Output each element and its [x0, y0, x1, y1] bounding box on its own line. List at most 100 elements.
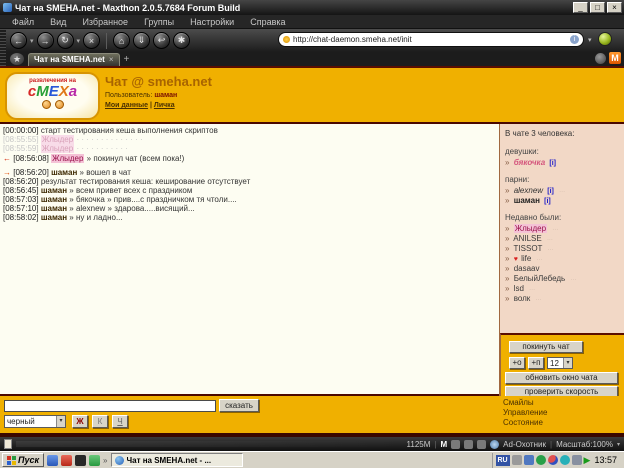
smiles-link[interactable]: Смайлы — [503, 398, 547, 408]
user-byakochka[interactable]: бякочка — [514, 158, 545, 167]
tab-chat-smeha[interactable]: Чат на SMEHA.net × — [28, 53, 120, 66]
maximize-button[interactable]: □ — [590, 2, 605, 13]
zoom-level[interactable]: Масштаб:100% — [556, 440, 613, 449]
add-o-button[interactable]: +о — [509, 357, 525, 369]
user-name: шаман — [154, 92, 177, 99]
forward-icon[interactable]: → — [37, 32, 54, 49]
faint-note: ··· — [536, 297, 542, 303]
maxthon-logo-icon[interactable]: M — [609, 52, 621, 64]
bold-button[interactable]: Ж — [72, 415, 88, 428]
quicklaunch-icon-3[interactable] — [75, 455, 86, 466]
tray-icon-2[interactable] — [524, 455, 534, 465]
management-link[interactable]: Управление — [503, 408, 547, 418]
tab-label: Чат на SMEHA.net — [34, 55, 105, 64]
chevron-down-icon[interactable]: ▾ — [563, 358, 572, 368]
recent-user[interactable]: Жлыдер — [514, 224, 547, 233]
start-button[interactable]: Пуск — [2, 453, 44, 467]
smeha-logo[interactable]: развлечения на сМЕХа — [5, 72, 100, 120]
back-icon[interactable]: ← — [10, 32, 27, 49]
user-shaman[interactable]: шаман — [514, 196, 540, 205]
download-icon[interactable]: ⇓ — [133, 32, 150, 49]
refresh-icon[interactable]: ↻ — [57, 32, 74, 49]
recent-user[interactable]: dasaav — [514, 264, 540, 273]
quicklaunch-icon-1[interactable] — [47, 455, 58, 466]
leave-chat-button[interactable]: покинуть чат — [509, 341, 583, 353]
address-bar[interactable]: http://chat-daemon.smeha.net/init i — [278, 32, 584, 47]
info-link[interactable]: [i] — [544, 198, 551, 205]
stop-icon[interactable]: × — [83, 32, 100, 49]
home-icon[interactable]: ⌂ — [113, 32, 130, 49]
tab-close-icon[interactable]: × — [109, 55, 114, 64]
refresh-chat-button[interactable]: обновить окно чата — [505, 372, 618, 384]
proxy-icon[interactable] — [595, 53, 606, 64]
images-icon[interactable] — [464, 440, 473, 449]
add-p-button[interactable]: +п — [528, 357, 544, 369]
private-messages-link[interactable]: Личка — [154, 102, 175, 109]
undo-icon[interactable]: ↩ — [153, 32, 170, 49]
recent-user[interactable]: life — [521, 254, 531, 263]
menu-help[interactable]: Справка — [242, 17, 293, 27]
browser-window: Чат на SMEHA.net - Maxthon 2.0.5.7684 Fo… — [0, 0, 624, 468]
favorites-star-icon[interactable]: ★ — [10, 53, 24, 65]
taskbar-task-button[interactable]: Чат на SMEHA.net - ... — [111, 453, 243, 467]
tray-icon-5[interactable] — [560, 455, 570, 465]
address-dropdown-icon[interactable]: ▾ — [588, 36, 592, 44]
quicklaunch-icon-4[interactable] — [89, 455, 100, 466]
chevron-down-icon[interactable]: ▾ — [56, 416, 65, 427]
font-size-select[interactable]: 12 ▾ — [547, 357, 573, 369]
sidebar-grip[interactable] — [0, 29, 6, 66]
recent-user[interactable]: ANILSE — [513, 234, 541, 243]
go-button[interactable] — [598, 32, 612, 46]
tray-icon-1[interactable] — [512, 455, 522, 465]
address-url[interactable]: http://chat-daemon.smeha.net/init — [293, 35, 567, 44]
menu-file[interactable]: Файл — [4, 17, 42, 27]
ad-hunter-label[interactable]: Ad-Охотник — [503, 440, 546, 449]
play-icon[interactable]: ▶ — [584, 455, 591, 466]
tray-icon-6[interactable] — [572, 455, 582, 465]
refresh-dropdown-icon[interactable]: ▾ — [77, 37, 81, 45]
recent-user[interactable]: волк — [514, 294, 531, 303]
boys-label: парни: — [505, 175, 624, 184]
tray-icon-3[interactable] — [536, 455, 546, 465]
printer-icon[interactable] — [451, 440, 460, 449]
menu-settings[interactable]: Настройки — [182, 17, 242, 27]
menu-groups[interactable]: Группы — [136, 17, 182, 27]
recent-user[interactable]: БелыйЛебедь — [514, 274, 566, 283]
message-input[interactable] — [4, 400, 216, 412]
state-link[interactable]: Состояние — [503, 418, 547, 428]
my-data-link[interactable]: Мои данные — [105, 102, 148, 109]
info-link[interactable]: [i] — [549, 160, 556, 167]
quicklaunch-icon-2[interactable] — [61, 455, 72, 466]
chevron-down-icon[interactable]: ▾ — [617, 441, 620, 448]
title-bar: Чат на SMEHA.net - Maxthon 2.0.5.7684 Fo… — [0, 0, 624, 15]
say-button[interactable]: сказать — [219, 399, 259, 412]
italic-button[interactable]: К — [92, 415, 108, 428]
minimize-button[interactable]: _ — [573, 2, 588, 13]
menu-view[interactable]: Вид — [42, 17, 74, 27]
color-select[interactable]: черный ▾ — [4, 415, 66, 428]
faint-note: ··· — [529, 287, 535, 293]
menu-favorites[interactable]: Избранное — [74, 17, 136, 27]
chat-message: [08:57:10] шаман » alexnew » здарова....… — [0, 204, 499, 213]
users-sidebar: В чате 3 человека: девушки: » бякочка [i… — [500, 124, 624, 333]
cartoon-face-icon — [55, 100, 64, 109]
language-indicator[interactable]: RU — [496, 455, 510, 466]
recent-user[interactable]: TISSOT — [514, 244, 543, 253]
underline-button[interactable]: Ч — [112, 415, 128, 428]
user-alexnew[interactable]: alexnew — [514, 186, 543, 195]
recent-user[interactable]: lsd — [514, 284, 524, 293]
chevron-icon[interactable]: » — [103, 456, 107, 465]
m-badge[interactable]: M — [440, 440, 447, 449]
tray-icon-4[interactable] — [548, 455, 558, 465]
shield-icon[interactable] — [477, 440, 486, 449]
back-dropdown-icon[interactable]: ▾ — [30, 37, 34, 45]
tools-icon[interactable]: ✱ — [173, 32, 190, 49]
new-tab-button[interactable]: + — [124, 54, 130, 65]
chat-log[interactable]: [00:00:00] старт тестирования кеша выпол… — [0, 124, 499, 396]
list-item: » lsd ··· — [505, 284, 624, 294]
close-button[interactable]: × — [607, 2, 622, 13]
page-title: Чат @ smeha.net — [105, 74, 212, 89]
info-link[interactable]: [i] — [547, 188, 554, 195]
address-info-icon[interactable]: i — [570, 35, 579, 44]
message-text: » alexnew » здарова.....висящий... — [69, 204, 194, 213]
